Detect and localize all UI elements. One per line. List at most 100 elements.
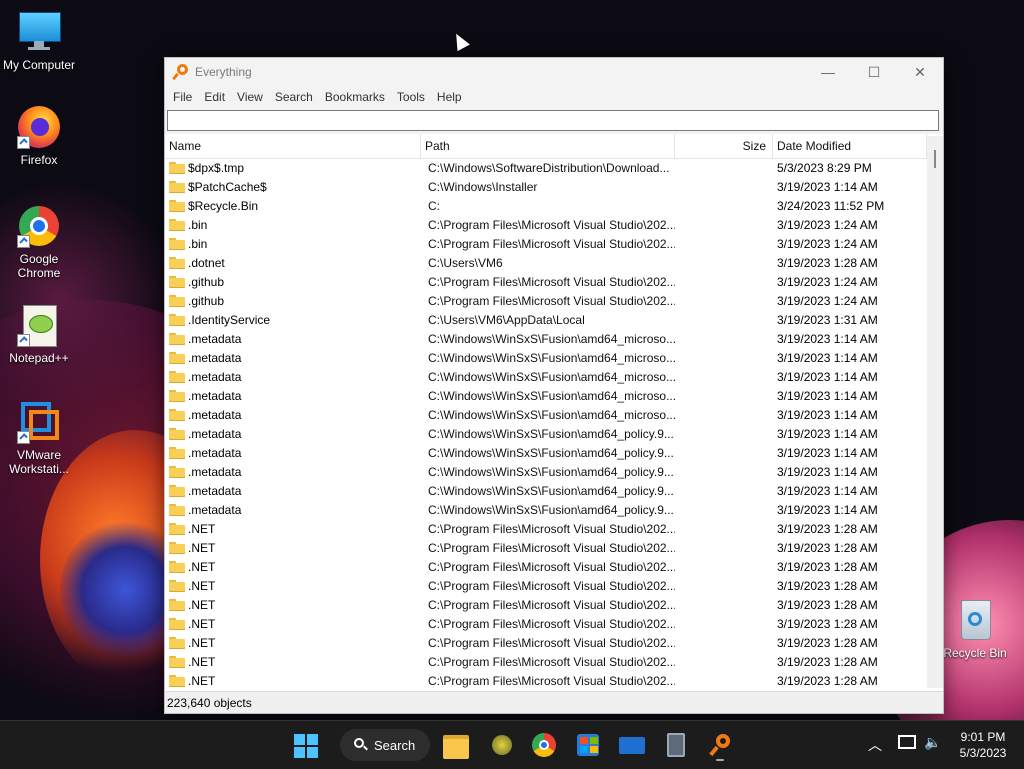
table-row[interactable]: .metadata C:\Windows\WinSxS\Fusion\amd64_…	[165, 500, 927, 519]
results-list: $dpx$.tmp C:\Windows\SoftwareDistribution…	[165, 158, 927, 688]
table-row[interactable]: .metadata C:\Windows\WinSxS\Fusion\amd64_…	[165, 386, 927, 405]
window-title: Everything	[195, 65, 252, 79]
network-icon[interactable]	[898, 735, 916, 749]
cell-date-modified: 5/3/2023 8:29 PM	[777, 160, 872, 175]
maximize-button[interactable]: ☐	[851, 58, 897, 86]
desktop-icon-recycle-bin[interactable]: Recycle Bin	[936, 598, 1014, 660]
table-row[interactable]: .NET C:\Program Files\Microsoft Visual St…	[165, 652, 927, 671]
folder-icon	[169, 560, 185, 573]
desktop-icon-google-chrome[interactable]: Google Chrome	[0, 204, 78, 280]
vertical-scrollbar[interactable]	[927, 136, 943, 688]
table-row[interactable]: .IdentityService C:\Users\VM6\AppData\Loc…	[165, 310, 927, 329]
table-row[interactable]: .metadata C:\Windows\WinSxS\Fusion\amd64_…	[165, 348, 927, 367]
taskbar-everything[interactable]	[704, 729, 736, 761]
taskbar-bug-app[interactable]	[486, 729, 518, 761]
cell-date-modified: 3/19/2023 1:14 AM	[777, 179, 878, 194]
column-date-header[interactable]: Date Modified	[773, 134, 927, 158]
file-name: .NET	[188, 578, 216, 593]
file-name: .NET	[188, 654, 216, 669]
table-row[interactable]: .metadata C:\Windows\WinSxS\Fusion\amd64_…	[165, 481, 927, 500]
table-row[interactable]: .metadata C:\Windows\WinSxS\Fusion\amd64_…	[165, 424, 927, 443]
menu-view[interactable]: View	[231, 90, 269, 104]
column-name-header[interactable]: Name	[165, 134, 421, 158]
table-row[interactable]: .github C:\Program Files\Microsoft Visual…	[165, 272, 927, 291]
cell-date-modified: 3/19/2023 1:28 AM	[777, 597, 878, 612]
start-icon	[294, 734, 318, 758]
table-row[interactable]: $Recycle.Bin C: 3/24/2023 11:52 PM	[165, 196, 927, 215]
volume-icon[interactable]: 🔈	[924, 734, 941, 751]
table-row[interactable]: .bin C:\Program Files\Microsoft Visual St…	[165, 215, 927, 234]
taskbar: Search ︿ 🔈 9:01 PM 5/3/2023	[0, 720, 1024, 769]
table-row[interactable]: .NET C:\Program Files\Microsoft Visual St…	[165, 595, 927, 614]
cell-name: $dpx$.tmp	[165, 161, 423, 175]
folder-icon	[169, 522, 185, 535]
table-row[interactable]: .NET C:\Program Files\Microsoft Visual St…	[165, 633, 927, 652]
file-name: .metadata	[188, 407, 242, 422]
status-object-count: 223,640 objects	[167, 696, 252, 710]
table-row[interactable]: .metadata C:\Windows\WinSxS\Fusion\amd64_…	[165, 405, 927, 424]
table-row[interactable]: .dotnet C:\Users\VM6 3/19/2023 1:28 AM	[165, 253, 927, 272]
close-button[interactable]: ✕	[897, 58, 943, 86]
column-size-header[interactable]: Size	[675, 134, 773, 158]
folder-icon	[169, 256, 185, 269]
file-name: .NET	[188, 540, 216, 555]
column-path-header[interactable]: Path	[421, 134, 675, 158]
table-row[interactable]: .NET C:\Program Files\Microsoft Visual St…	[165, 557, 927, 576]
taskbar-calculator[interactable]	[660, 729, 692, 761]
taskbar-chrome[interactable]	[528, 729, 560, 761]
minimize-button[interactable]: —	[805, 58, 851, 86]
taskbar-search-button[interactable]: Search	[340, 729, 430, 761]
taskbar-file-explorer[interactable]	[440, 729, 472, 761]
cell-name: .metadata	[165, 332, 423, 346]
table-row[interactable]: $dpx$.tmp C:\Windows\SoftwareDistribution…	[165, 158, 927, 177]
cell-path: C:\Windows\SoftwareDistribution\Download…	[428, 160, 670, 175]
table-row[interactable]: .NET C:\Program Files\Microsoft Visual St…	[165, 538, 927, 557]
table-row[interactable]: .NET C:\Program Files\Microsoft Visual St…	[165, 671, 927, 688]
cell-date-modified: 3/19/2023 1:24 AM	[777, 217, 878, 232]
table-row[interactable]: .metadata C:\Windows\WinSxS\Fusion\amd64_…	[165, 367, 927, 386]
shortcut-arrow-icon	[17, 431, 30, 444]
table-row[interactable]: .bin C:\Program Files\Microsoft Visual St…	[165, 234, 927, 253]
menu-bookmarks[interactable]: Bookmarks	[319, 90, 391, 104]
show-hidden-icons-chevron-icon[interactable]: ︿	[868, 735, 882, 755]
desktop-icon-firefox[interactable]: Firefox	[0, 105, 78, 167]
cell-date-modified: 3/19/2023 1:14 AM	[777, 407, 878, 422]
cell-name: .NET	[165, 541, 423, 555]
search-input[interactable]	[167, 110, 939, 131]
menu-help[interactable]: Help	[431, 90, 468, 104]
table-row[interactable]: .NET C:\Program Files\Microsoft Visual St…	[165, 576, 927, 595]
taskbar-store[interactable]	[572, 729, 604, 761]
cell-date-modified: 3/19/2023 1:28 AM	[777, 578, 878, 593]
table-row[interactable]: $PatchCache$ C:\Windows\Installer 3/19/202…	[165, 177, 927, 196]
calculator-icon	[667, 733, 685, 757]
cell-path: C:\Program Files\Microsoft Visual Studio…	[428, 236, 675, 251]
cell-name: .NET	[165, 522, 423, 536]
table-row[interactable]: .NET C:\Program Files\Microsoft Visual St…	[165, 519, 927, 538]
file-name: .metadata	[188, 331, 242, 346]
file-name: .metadata	[188, 426, 242, 441]
cell-name: .NET	[165, 598, 423, 612]
file-name: .NET	[188, 616, 216, 631]
menu-tools[interactable]: Tools	[391, 90, 431, 104]
desktop-icon-vmware[interactable]: VMware Workstati...	[0, 400, 78, 476]
menu-edit[interactable]: Edit	[198, 90, 231, 104]
menu-file[interactable]: File	[167, 90, 198, 104]
folder-icon	[169, 370, 185, 383]
table-row[interactable]: .github C:\Program Files\Microsoft Visual…	[165, 291, 927, 310]
scrollbar-thumb[interactable]	[934, 150, 936, 168]
taskbar-mail[interactable]	[616, 729, 648, 761]
start-button[interactable]	[290, 729, 322, 761]
table-row[interactable]: .NET C:\Program Files\Microsoft Visual St…	[165, 614, 927, 633]
taskbar-clock[interactable]: 9:01 PM 5/3/2023	[950, 729, 1016, 761]
desktop-icon-notepadpp[interactable]: Notepad++	[0, 303, 78, 365]
cell-date-modified: 3/19/2023 1:14 AM	[777, 464, 878, 479]
desktop-icon-my-computer[interactable]: My Computer	[0, 10, 78, 72]
title-bar[interactable]: Everything — ☐ ✕	[165, 58, 943, 86]
table-row[interactable]: .metadata C:\Windows\WinSxS\Fusion\amd64_…	[165, 462, 927, 481]
menu-search[interactable]: Search	[269, 90, 319, 104]
cell-date-modified: 3/19/2023 1:14 AM	[777, 502, 878, 517]
file-name: .metadata	[188, 388, 242, 403]
table-row[interactable]: .metadata C:\Windows\WinSxS\Fusion\amd64_…	[165, 329, 927, 348]
table-row[interactable]: .metadata C:\Windows\WinSxS\Fusion\amd64_…	[165, 443, 927, 462]
folder-icon	[169, 218, 185, 231]
